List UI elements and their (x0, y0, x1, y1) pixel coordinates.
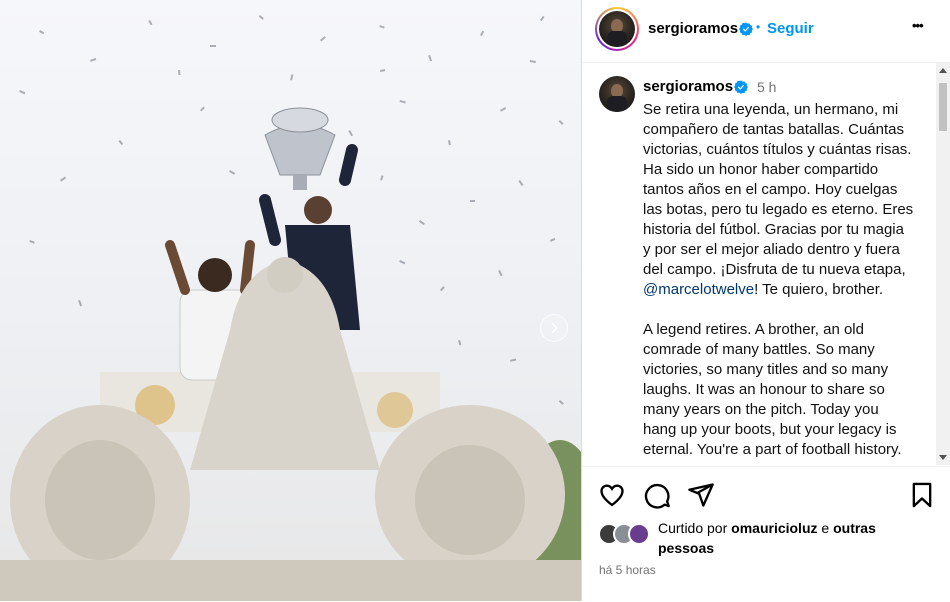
post-photo-illustration (0, 15, 581, 601)
header-separator: • (756, 20, 761, 34)
scroll-up-arrow-icon[interactable] (939, 68, 947, 73)
scroll-down-arrow-icon[interactable] (939, 455, 947, 460)
liked-by-conjunction: e (821, 520, 830, 536)
caption-username[interactable]: sergioramos (643, 78, 733, 95)
liker-username[interactable]: omauricioluz (731, 520, 817, 536)
caption-text-part2: ! Te quiero, brother. A legend retires. … (643, 281, 902, 458)
verified-badge-icon (739, 22, 753, 36)
more-options-button[interactable]: ••• (912, 18, 924, 33)
caption-area[interactable]: sergioramos 5 h Se retira una leyenda, u… (582, 63, 950, 465)
carousel-next-button[interactable] (540, 314, 568, 342)
liker-avatars[interactable] (598, 523, 658, 547)
post-image[interactable] (0, 0, 581, 601)
header-username[interactable]: sergioramos (648, 20, 738, 37)
post-timestamp[interactable]: há 5 horas (599, 563, 656, 577)
caption-scrollbar[interactable] (936, 63, 950, 465)
caption-text: Se retira una leyenda, un hermano, mi co… (643, 100, 915, 460)
chevron-right-icon (551, 322, 559, 334)
scroll-thumb[interactable] (939, 83, 947, 131)
bookmark-icon[interactable] (908, 481, 936, 509)
likes-summary[interactable]: Curtido por omauricioluz e outras pessoa… (658, 518, 928, 558)
caption-text-part1: Se retira una leyenda, un hermano, mi co… (643, 101, 918, 278)
mention-link[interactable]: @marcelotwelve (643, 281, 754, 298)
heart-icon[interactable] (598, 481, 626, 509)
caption-time[interactable]: 5 h (757, 79, 776, 95)
post-side-panel: sergioramos • Seguir ••• sergioramos 5 h… (582, 0, 950, 601)
avatar[interactable] (595, 7, 639, 51)
post-actions: Curtido por omauricioluz e outras pessoa… (582, 466, 950, 602)
post-header: sergioramos • Seguir ••• (582, 0, 950, 63)
comment-icon[interactable] (643, 481, 671, 509)
follow-button[interactable]: Seguir (767, 20, 814, 37)
avatar[interactable] (628, 523, 650, 545)
caption-avatar[interactable] (599, 76, 635, 112)
liked-by-prefix: Curtido por (658, 520, 728, 536)
verified-badge-icon (734, 80, 748, 94)
share-icon[interactable] (687, 481, 715, 509)
